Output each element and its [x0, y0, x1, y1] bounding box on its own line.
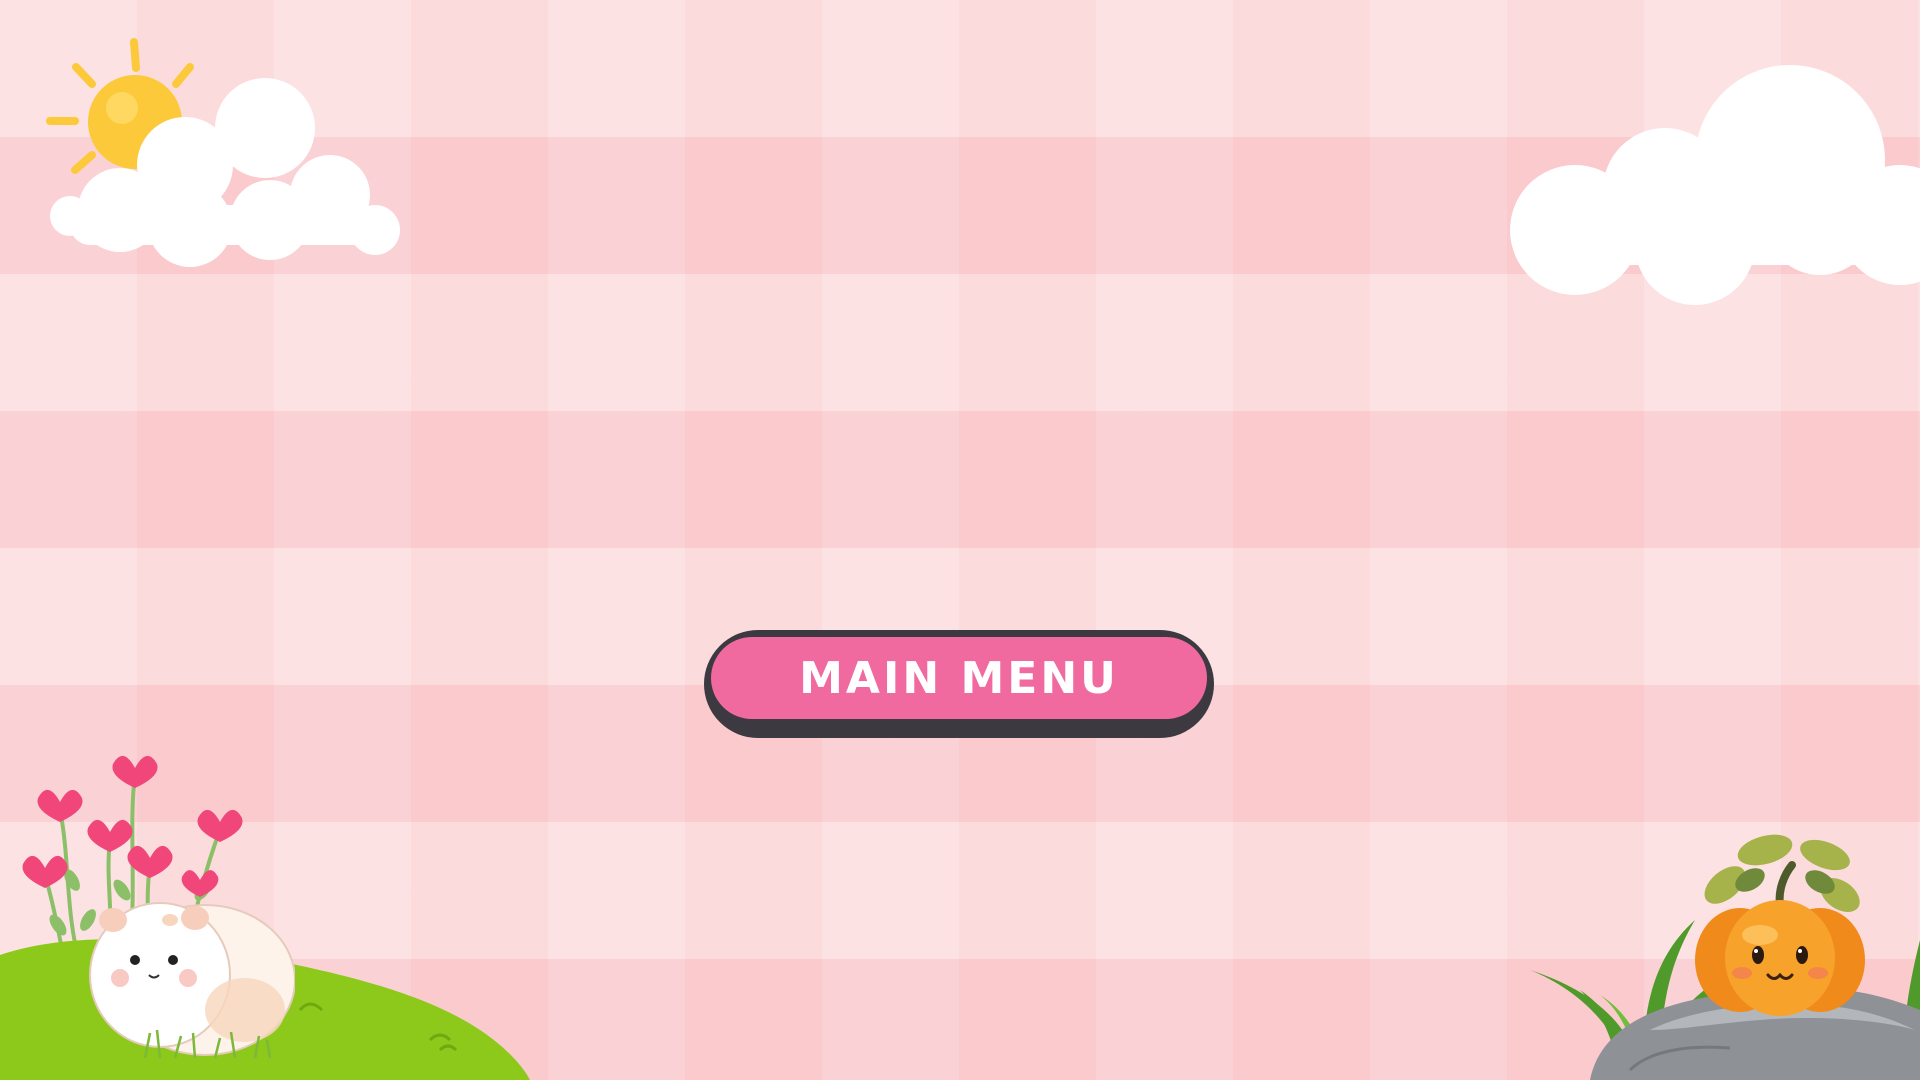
main-menu-button[interactable]: MAIN MENU	[704, 630, 1214, 738]
main-menu-button-face[interactable]: MAIN MENU	[711, 637, 1207, 719]
main-menu-label: MAIN MENU	[799, 652, 1119, 704]
pumpkin-icon	[1695, 834, 1865, 1016]
sun-cloud-decoration	[46, 38, 400, 267]
hamster-icon	[89, 902, 295, 1059]
cloud-icon	[1510, 65, 1920, 305]
